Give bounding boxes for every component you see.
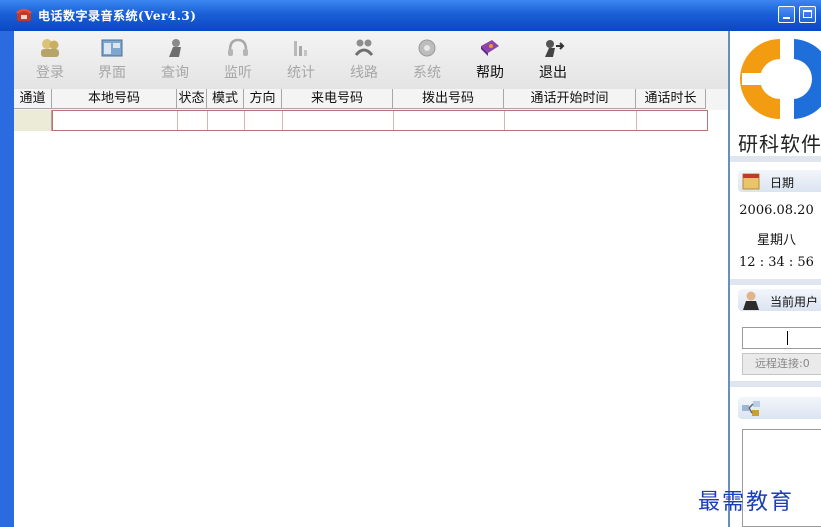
cell-divider xyxy=(207,111,208,130)
lines-icon xyxy=(354,39,374,56)
row-body[interactable] xyxy=(52,110,708,131)
column-header-local-number[interactable]: 本地号码 xyxy=(52,89,177,109)
query-button[interactable]: 查询 xyxy=(145,31,205,89)
query-icon xyxy=(169,39,181,57)
network-section-header xyxy=(738,397,821,419)
grid-header: 通道 本地号码 状态 模式 方向 来电号码 拨出号码 通话开始时间 通话时长 xyxy=(14,89,728,110)
cell-divider xyxy=(636,111,637,130)
column-header-call-start-time[interactable]: 通话开始时间 xyxy=(504,89,636,109)
user-icon xyxy=(743,291,759,310)
date-section-header: 日期 xyxy=(738,170,821,192)
remote-connection-button[interactable]: 远程连接:0 xyxy=(742,353,821,375)
statistics-button[interactable]: 统计 xyxy=(271,31,331,89)
lines-label: 线路 xyxy=(350,65,378,81)
login-icon xyxy=(41,39,59,57)
login-button[interactable]: 登录 xyxy=(20,31,80,89)
monitor-button[interactable]: 监听 xyxy=(208,31,268,89)
cell-divider xyxy=(282,111,283,130)
help-book-icon xyxy=(481,40,499,56)
user-section-header: 当前用户 xyxy=(738,289,821,311)
phone-icon xyxy=(16,8,32,21)
current-date: 2006.08.20 xyxy=(739,203,814,218)
user-section-title: 当前用户 xyxy=(770,295,819,309)
help-label: 帮助 xyxy=(476,65,504,81)
cell-divider xyxy=(504,111,505,130)
monitor-label: 监听 xyxy=(224,65,252,81)
system-icon xyxy=(418,39,436,57)
login-label: 登录 xyxy=(36,65,64,81)
text-caret xyxy=(787,331,788,345)
side-panel: 研科软件 日期 2006.08.20 星期八 12 : 34 : 56 当前用户… xyxy=(728,31,821,527)
column-header-outgoing-number[interactable]: 拨出号码 xyxy=(393,89,504,109)
interface-label: 界面 xyxy=(98,65,126,81)
minimize-button[interactable] xyxy=(778,6,795,23)
panel-separator xyxy=(730,381,821,387)
watermark: 最需教育 xyxy=(698,490,795,515)
interface-button[interactable]: 界面 xyxy=(82,31,142,89)
headphones-icon xyxy=(228,38,248,56)
table-row[interactable] xyxy=(14,110,708,131)
statistics-icon xyxy=(294,41,307,56)
window-left-edge xyxy=(0,31,14,527)
current-user-field[interactable] xyxy=(742,327,821,349)
calendar-icon xyxy=(742,173,760,190)
title-bar: 电话数字录音系统(Ver4.3) xyxy=(0,0,821,31)
panel-separator xyxy=(730,279,821,285)
exit-button[interactable]: 退出 xyxy=(523,31,583,89)
query-label: 查询 xyxy=(161,65,189,81)
exit-icon xyxy=(545,40,565,57)
company-name: 研科软件 xyxy=(738,132,821,156)
company-logo: 研科软件 xyxy=(732,31,821,156)
system-label: 系统 xyxy=(413,65,441,81)
toolbar: 登录 界面 查询 监听 统计 线路 系统 帮助 退出 xyxy=(14,31,728,90)
column-header-mode[interactable]: 模式 xyxy=(207,89,244,109)
interface-icon xyxy=(101,39,123,57)
panel-separator xyxy=(730,156,821,162)
help-button[interactable]: 帮助 xyxy=(460,31,520,89)
column-header-call-duration[interactable]: 通话时长 xyxy=(636,89,706,109)
window-title: 电话数字录音系统(Ver4.3) xyxy=(38,9,197,23)
exit-label: 退出 xyxy=(539,65,567,81)
cell-divider xyxy=(177,111,178,130)
date-section-title: 日期 xyxy=(770,176,795,190)
column-header-direction[interactable]: 方向 xyxy=(244,89,282,109)
column-header-status[interactable]: 状态 xyxy=(177,89,207,109)
current-time: 12 : 34 : 56 xyxy=(739,255,814,270)
current-weekday: 星期八 xyxy=(756,233,796,248)
logo-ec-icon xyxy=(740,39,821,119)
system-button[interactable]: 系统 xyxy=(397,31,457,89)
cell-divider xyxy=(244,111,245,130)
maximize-button[interactable] xyxy=(799,6,816,23)
column-header-incoming-number[interactable]: 来电号码 xyxy=(282,89,393,109)
statistics-label: 统计 xyxy=(287,65,315,81)
network-icon xyxy=(742,401,760,416)
cell-divider xyxy=(393,111,394,130)
column-header-channel[interactable]: 通道 xyxy=(14,89,52,109)
lines-button[interactable]: 线路 xyxy=(334,31,394,89)
row-header-cell[interactable] xyxy=(14,110,52,131)
